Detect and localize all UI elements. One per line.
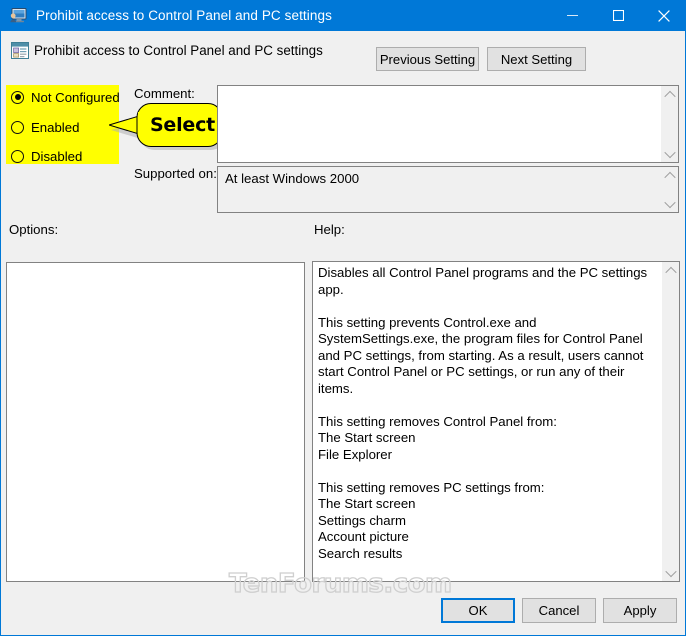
window-title: Prohibit access to Control Panel and PC … (36, 8, 332, 23)
radio-enabled[interactable]: Enabled (11, 118, 79, 136)
callout-label: Select (149, 114, 216, 136)
radio-not-configured-indicator[interactable] (11, 90, 24, 104)
scroll-down-icon[interactable] (661, 145, 678, 162)
radio-disabled[interactable]: Disabled (11, 147, 82, 165)
radio-disabled-indicator[interactable] (11, 149, 24, 163)
supported-on-field[interactable]: At least Windows 2000 (217, 166, 679, 213)
scroll-up-icon[interactable] (661, 167, 678, 184)
scroll-down-icon[interactable] (661, 195, 678, 212)
supported-on-value: At least Windows 2000 (225, 171, 360, 186)
setting-name-heading: Prohibit access to Control Panel and PC … (34, 43, 323, 58)
scroll-down-icon[interactable] (662, 564, 679, 581)
radio-enabled-indicator[interactable] (11, 120, 24, 134)
supported-on-scrollbar[interactable] (661, 167, 678, 212)
radio-disabled-label: Disabled (31, 148, 83, 164)
minimize-button[interactable] (549, 0, 595, 31)
supported-on-label: Supported on: (134, 166, 217, 181)
comment-label: Comment: (134, 86, 195, 101)
ok-button[interactable]: OK (441, 598, 515, 623)
comment-scrollbar[interactable] (661, 86, 678, 162)
select-callout: Select (109, 103, 225, 150)
comment-textarea[interactable] (217, 85, 679, 163)
cancel-button[interactable]: Cancel (522, 598, 596, 623)
help-scrollbar[interactable] (662, 262, 679, 581)
next-setting-button[interactable]: Next Setting (487, 47, 586, 71)
help-panel[interactable]: Disables all Control Panel programs and … (312, 261, 680, 582)
apply-button[interactable]: Apply (603, 598, 677, 623)
options-panel[interactable] (6, 262, 305, 582)
help-label: Help: (314, 222, 345, 237)
help-text: Disables all Control Panel programs and … (318, 265, 648, 581)
group-policy-setting-icon (11, 42, 29, 59)
options-label: Options: (9, 222, 59, 237)
title-bar: Prohibit access to Control Panel and PC … (1, 0, 685, 31)
scroll-up-icon[interactable] (661, 86, 678, 103)
close-icon[interactable] (641, 0, 685, 31)
group-policy-setting-window: Prohibit access to Control Panel and PC … (0, 0, 686, 636)
radio-not-configured-label: Not Configured (31, 89, 120, 105)
radio-enabled-label: Enabled (31, 119, 80, 135)
previous-setting-button[interactable]: Previous Setting (376, 47, 479, 71)
scroll-up-icon[interactable] (662, 262, 679, 279)
maximize-button[interactable] (595, 0, 641, 31)
radio-not-configured[interactable]: Not Configured (11, 88, 120, 106)
computer-monitor-icon (10, 8, 27, 23)
